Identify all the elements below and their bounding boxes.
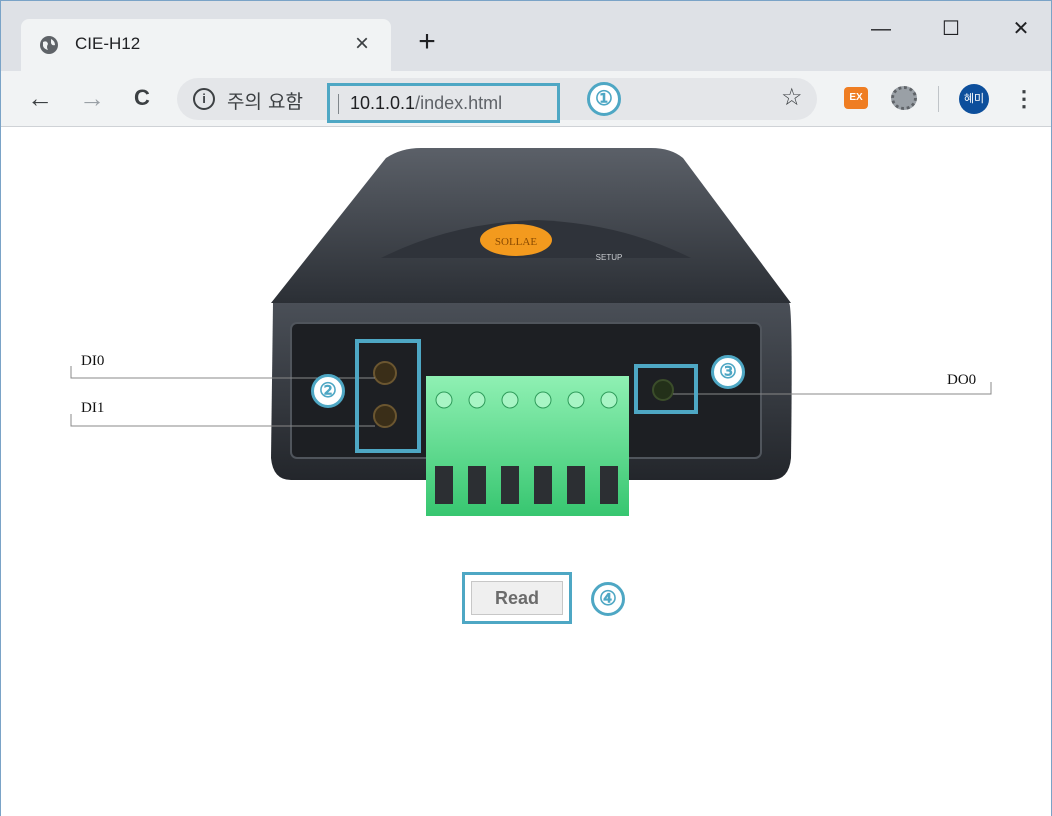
brand-text: SOLLAE [495,236,537,248]
url-host: 10.1.0.1 [350,93,416,113]
callout-3: ③ [711,355,745,389]
maximize-button[interactable]: ☐ [931,11,971,47]
reload-icon[interactable]: C [125,81,159,115]
tab-title: CIE-H12 [75,34,141,53]
close-window-button[interactable]: ✕ [1001,11,1041,47]
read-button-highlight: Read [462,572,572,624]
forward-arrow-icon[interactable]: → [75,81,109,115]
di0-label: DI0 [81,353,105,369]
back-arrow-icon[interactable]: ← [23,81,57,115]
toolbar-divider [938,86,939,112]
globe-icon [40,36,58,54]
ex-extension-icon[interactable]: EX [844,87,868,109]
read-button[interactable]: Read [471,581,563,615]
terminal-block [426,376,629,516]
device-image: SOLLAE SETUP [70,148,992,516]
di1-label: DI1 [81,400,105,416]
gear-extension-icon[interactable] [891,86,917,110]
callout-1: ① [587,82,621,116]
menu-icon[interactable]: ⋮ [1013,84,1035,114]
new-tab-button[interactable]: + [411,27,443,59]
active-tab[interactable]: CIE-H12 × [21,19,391,71]
info-icon[interactable]: i [193,88,215,110]
url-highlight: 10.1.0.1/index.html [327,83,560,123]
browser-toolbar: ← → C i 주의 요함 10.1.0.1/index.html ☆ ① EX… [1,71,1051,127]
star-icon[interactable]: ☆ [781,83,803,112]
security-warning[interactable]: 주의 요함 [227,87,303,114]
page-content: SOLLAE SETUP DI0 DI1 DO0 ② ③ Read ④ [1,128,1051,816]
callout-2: ② [311,374,345,408]
avatar[interactable]: 혜미 [959,84,989,114]
url-separator [338,94,339,114]
callout-4: ④ [591,582,625,616]
model-tag: SETUP [596,253,623,262]
tab-close-icon[interactable]: × [347,29,377,59]
do0-label: DO0 [947,372,977,388]
di-led-highlight [355,339,421,453]
address-bar[interactable]: i 주의 요함 10.1.0.1/index.html ☆ [177,78,817,123]
do-led-highlight [634,364,698,414]
url-text[interactable]: 10.1.0.1/index.html [350,93,502,114]
tab-strip: CIE-H12 × + — ☐ ✕ [1,1,1051,71]
browser-window: CIE-H12 × + — ☐ ✕ ← → C i 주의 요함 10.1.0.1… [0,0,1052,816]
minimize-button[interactable]: — [861,11,901,47]
url-path: /index.html [415,93,503,113]
